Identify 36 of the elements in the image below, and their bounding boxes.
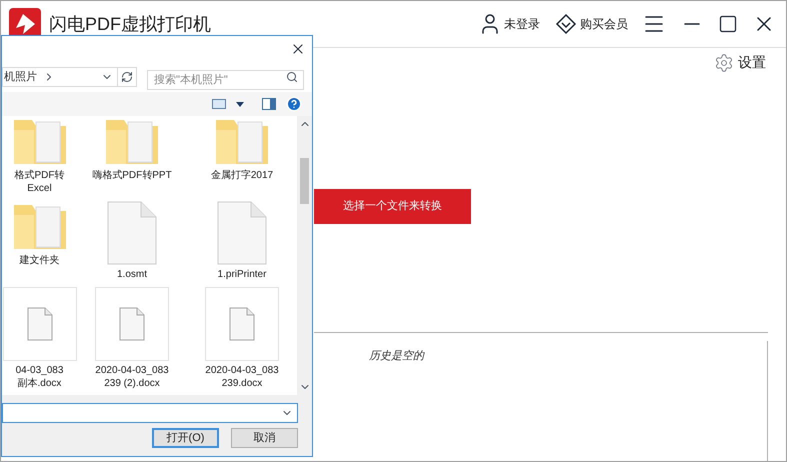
view-icon[interactable] <box>212 99 226 109</box>
maximize-icon[interactable] <box>718 14 738 34</box>
diamond-icon <box>554 12 578 36</box>
file-name[interactable]: 1.osmt <box>116 268 147 281</box>
open-button[interactable]: 打开(O) <box>152 428 219 448</box>
app-title: 闪电PDF虚拟打印机 <box>49 12 211 36</box>
preview-pane-icon[interactable] <box>262 98 276 110</box>
settings-icon <box>714 52 734 72</box>
file-name[interactable]: 金属打字2017 <box>210 169 274 182</box>
address-bar[interactable]: 机照片 <box>2 67 137 87</box>
file-name[interactable]: 格式PDF转 Excel <box>14 169 64 195</box>
scrollbar[interactable] <box>297 116 312 395</box>
file-name[interactable]: 04-03_083 副本.docx <box>16 364 64 390</box>
blank-file-icon <box>107 201 157 265</box>
caret-icon[interactable] <box>236 102 244 106</box>
blank-file-icon <box>229 307 255 341</box>
file-name[interactable]: 建文件夹 <box>20 254 60 267</box>
file-name[interactable]: 嗨格式PDF转PPT <box>92 169 172 182</box>
blank-file-icon <box>217 201 267 265</box>
blank-file-icon <box>26 307 52 341</box>
login-button[interactable]: 未登录 <box>478 12 540 36</box>
file-name[interactable]: 2020-04-03_083 239 (2).docx <box>95 364 169 390</box>
membership-button[interactable]: 购买会员 <box>554 12 628 36</box>
settings-button[interactable]: 设置 <box>714 52 766 73</box>
help-icon[interactable] <box>286 96 302 112</box>
file-name[interactable]: 1.priPrinter <box>218 268 266 281</box>
history-empty-text: 历史是空的 <box>369 350 424 362</box>
blank-file-icon <box>119 307 145 341</box>
scrollbar-thumb[interactable] <box>300 158 309 204</box>
search-icon <box>286 71 298 83</box>
cancel-button[interactable]: 取消 <box>231 428 298 448</box>
search-field[interactable]: 搜索"本机照片" <box>147 70 304 90</box>
refresh-icon[interactable] <box>121 71 133 83</box>
file-name-field[interactable] <box>2 403 298 423</box>
file-name[interactable]: 2020-04-03_083 239.docx <box>205 364 279 390</box>
convert-button[interactable]: 选择一个文件来转换 <box>314 189 471 224</box>
